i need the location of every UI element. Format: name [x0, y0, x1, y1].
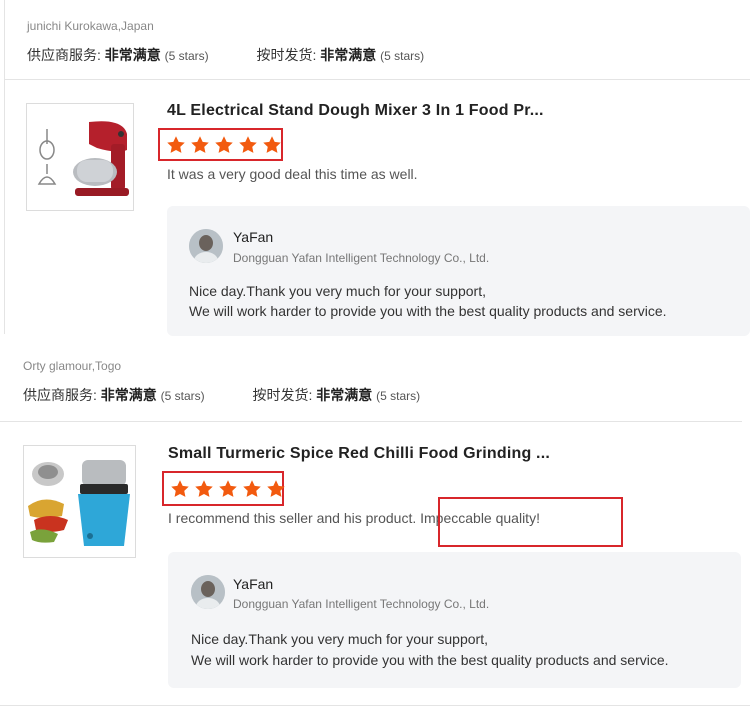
supplier-reply: YaFan Dongguan Yafan Intelligent Technol…	[167, 206, 750, 336]
star-icon	[194, 479, 214, 499]
reply-author: YaFan	[233, 576, 274, 592]
supplier-service-stars: (5 stars)	[160, 389, 205, 403]
bottom-divider	[0, 705, 750, 706]
star-icon	[214, 135, 234, 155]
on-time-stars: (5 stars)	[376, 389, 421, 403]
star-icon	[266, 479, 286, 499]
product-title[interactable]: Small Turmeric Spice Red Chilli Food Gri…	[168, 445, 550, 463]
review-card-2: Orty glamour,Togo 供应商服务: 非常满意 (5 stars) …	[0, 340, 750, 713]
star-icon	[190, 135, 210, 155]
rating-summary: 供应商服务: 非常满意 (5 stars) 按时发货: 非常满意 (5 star…	[27, 45, 424, 65]
reply-line-1: Nice day.Thank you very much for your su…	[191, 631, 488, 647]
supplier-service-label: 供应商服务:	[23, 387, 97, 403]
rating-stars	[158, 128, 283, 161]
reviewer-name: Orty glamour,Togo	[23, 359, 122, 373]
reply-line-2: We will work harder to provide you with …	[191, 652, 669, 668]
review-comment: It was a very good deal this time as wel…	[167, 166, 418, 182]
product-thumbnail[interactable]	[23, 445, 136, 558]
product-title[interactable]: 4L Electrical Stand Dough Mixer 3 In 1 F…	[167, 102, 544, 120]
reply-author: YaFan	[233, 229, 274, 245]
reviewer-name: junichi Kurokawa,Japan	[27, 19, 154, 33]
star-icon	[242, 479, 262, 499]
left-border	[4, 0, 5, 334]
supplier-service-value: 非常满意	[104, 47, 161, 63]
star-icon	[238, 135, 258, 155]
on-time-label: 按时发货:	[252, 387, 313, 403]
on-time-value: 非常满意	[316, 387, 373, 403]
avatar	[189, 229, 223, 263]
star-icon	[170, 479, 190, 499]
star-icon	[218, 479, 238, 499]
supplier-service-value: 非常满意	[100, 387, 157, 403]
rating-stars	[162, 471, 286, 506]
star-icon	[166, 135, 186, 155]
review-card-1: junichi Kurokawa,Japan 供应商服务: 非常满意 (5 st…	[0, 0, 750, 340]
on-time-value: 非常满意	[320, 47, 377, 63]
supplier-reply: YaFan Dongguan Yafan Intelligent Technol…	[168, 552, 741, 688]
reply-line-2: We will work harder to provide you with …	[189, 303, 667, 319]
supplier-service-stars: (5 stars)	[164, 49, 209, 63]
spice-grinder-image	[28, 460, 130, 546]
rating-summary: 供应商服务: 非常满意 (5 stars) 按时发货: 非常满意 (5 star…	[23, 385, 420, 405]
comment-highlight-box	[438, 497, 623, 547]
reply-line-1: Nice day.Thank you very much for your su…	[189, 283, 486, 299]
reply-company: Dongguan Yafan Intelligent Technology Co…	[233, 597, 490, 611]
divider	[0, 421, 742, 422]
divider	[4, 79, 750, 80]
on-time-label: 按时发货:	[256, 47, 317, 63]
supplier-service-label: 供应商服务:	[27, 47, 101, 63]
on-time-stars: (5 stars)	[380, 49, 425, 63]
star-icon	[262, 135, 282, 155]
user-avatar-icon	[189, 229, 223, 263]
reply-company: Dongguan Yafan Intelligent Technology Co…	[233, 251, 490, 265]
user-avatar-icon	[191, 575, 225, 609]
stand-mixer-image	[37, 121, 129, 196]
avatar	[191, 575, 225, 609]
product-thumbnail[interactable]	[26, 103, 134, 211]
